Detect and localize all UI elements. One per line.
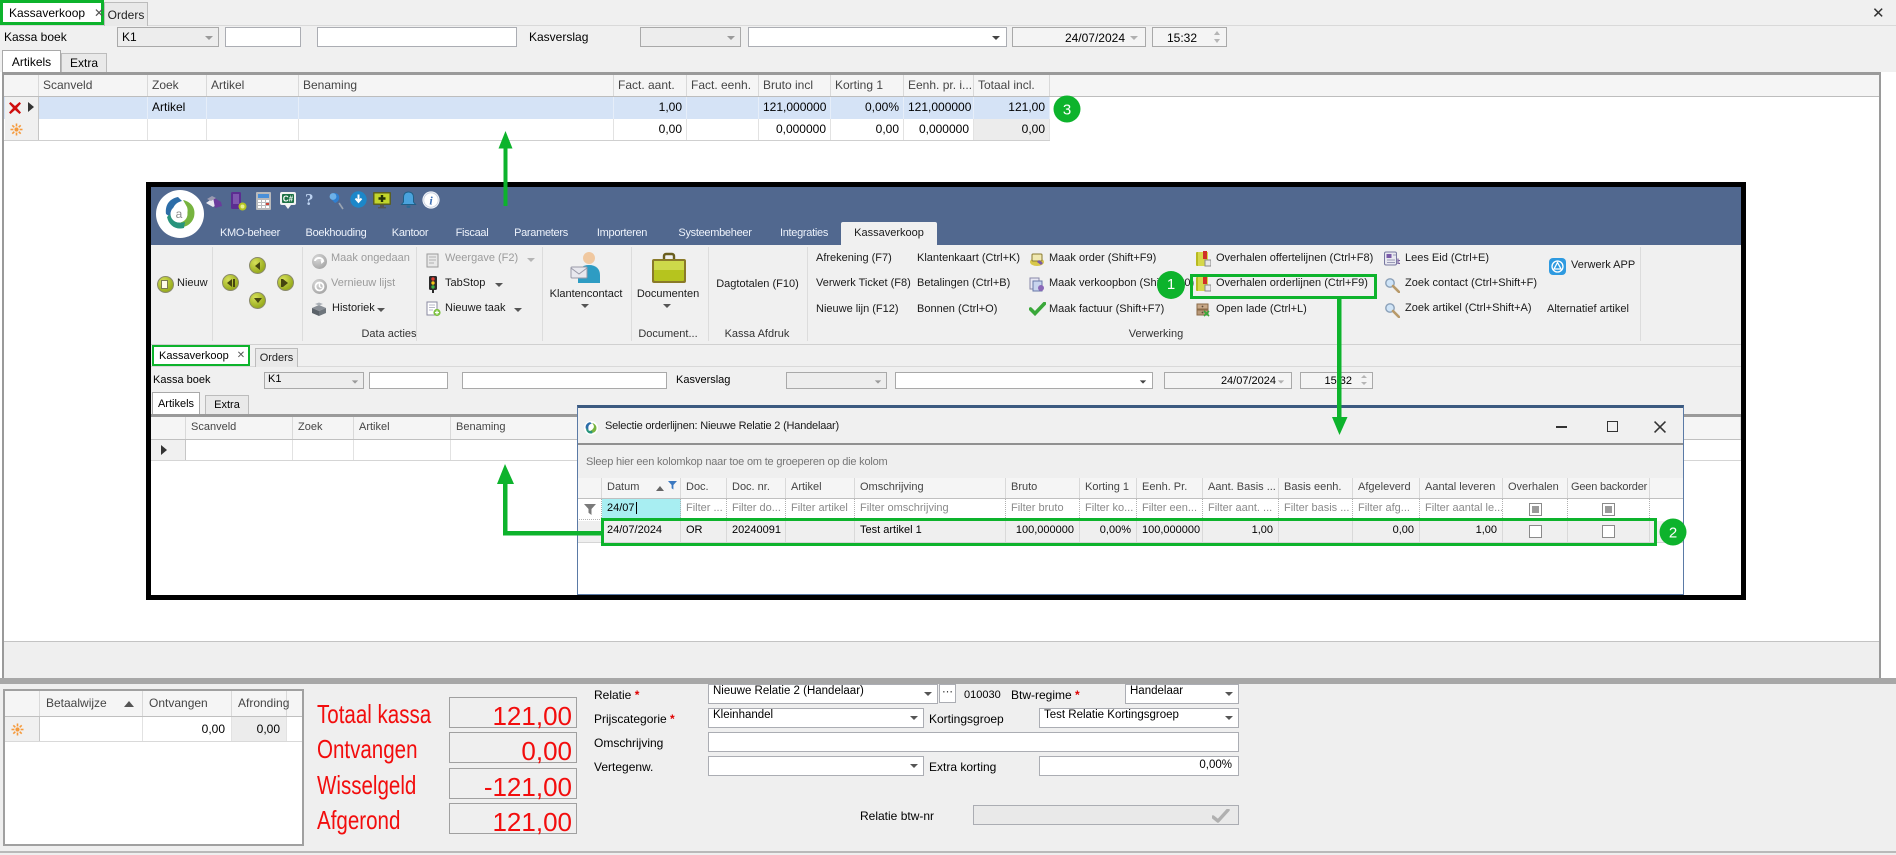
svg-text:2: 2: [1669, 525, 1677, 542]
